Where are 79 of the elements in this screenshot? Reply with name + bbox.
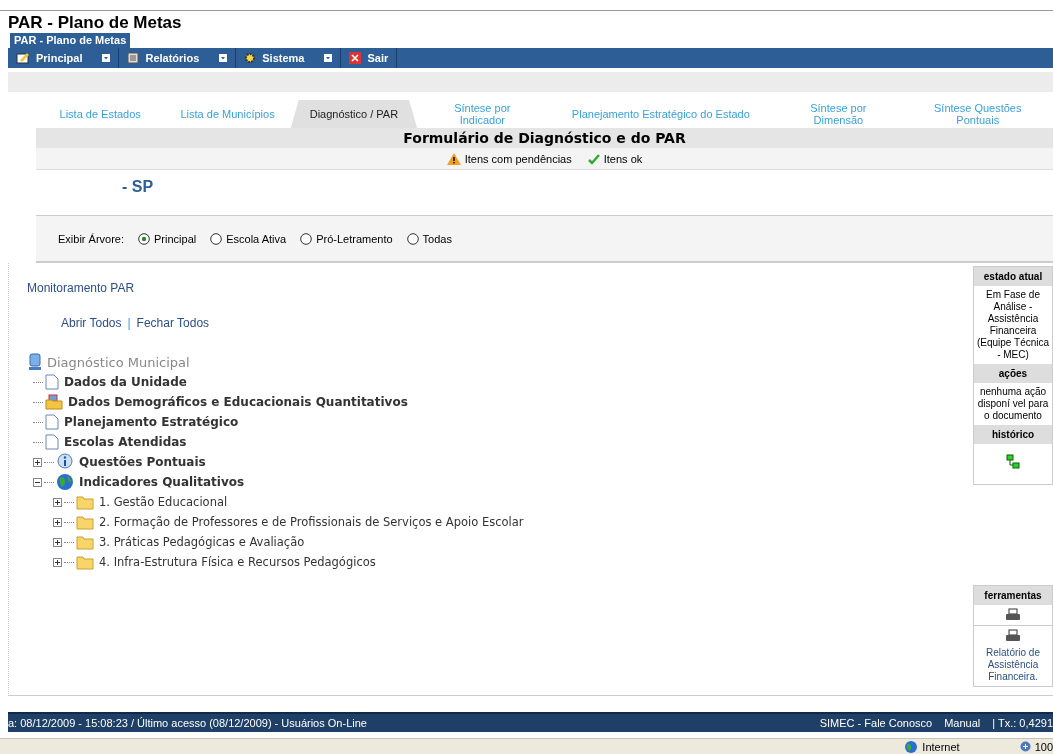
document-icon xyxy=(45,374,59,390)
rate-text: | Tx.: 0,4291 xyxy=(992,717,1053,729)
panel-heading: estado atual xyxy=(974,267,1052,286)
filter-label: Exibir Árvore: xyxy=(58,232,125,245)
radio-button[interactable] xyxy=(406,232,419,245)
location-label: - SP xyxy=(122,178,154,195)
tree-item[interactable]: 2. Formação de Professores e de Profissionais de Serviços e Apoio Escolar xyxy=(99,515,524,529)
session-info: a: 08/12/2009 - 15:08:23 / Último acesso (08/12/2009) - Usuários On-Line xyxy=(8,717,367,729)
tree-item[interactable]: Escolas Atendidas xyxy=(64,435,187,449)
menu-item[interactable]: Relatórios xyxy=(119,48,237,68)
menu-item[interactable]: Principal xyxy=(8,48,120,68)
radio-button[interactable] xyxy=(138,232,151,245)
caret-icon xyxy=(219,54,228,62)
info-icon xyxy=(56,453,74,471)
tree-item[interactable]: 4. Infra-Estrutura Física e Recursos Pedagógicos xyxy=(99,555,376,569)
tree-item[interactable]: Dados da Unidade xyxy=(64,375,187,389)
tree-item[interactable]: Dados Demográficos e Educacionais Quantitativos xyxy=(68,395,408,409)
edit-icon xyxy=(16,52,30,64)
expand-toggle[interactable] xyxy=(53,497,62,507)
collapse-toggle[interactable] xyxy=(33,477,42,487)
warning-icon xyxy=(446,152,461,165)
caret-icon xyxy=(102,54,111,62)
globe-icon xyxy=(56,473,74,491)
globe-icon xyxy=(904,739,919,754)
legend-label: Itens com pendências xyxy=(464,152,572,165)
tree-item[interactable]: Questões Pontuais xyxy=(79,455,206,469)
close-icon xyxy=(349,52,362,64)
menu-item[interactable]: Sair xyxy=(341,48,398,68)
expand-toggle[interactable] xyxy=(53,557,62,567)
app-tab[interactable]: PAR - Plano de Metas xyxy=(10,33,131,48)
computer-icon xyxy=(27,353,43,371)
tree-item[interactable]: Planejamento Estratégico xyxy=(64,415,239,429)
form-title: Formulário de Diagnóstico e do PAR xyxy=(36,128,1053,148)
radio-label: Principal xyxy=(154,232,197,245)
zoom-level[interactable]: 100 xyxy=(1034,740,1053,753)
document-icon xyxy=(127,52,140,64)
caret-icon xyxy=(324,54,333,62)
collapse-all-link[interactable]: Fechar Todos xyxy=(136,316,210,330)
panel-heading: ferramentas xyxy=(974,586,1052,605)
tree-root[interactable]: Diagnóstico Municipal xyxy=(47,354,190,370)
footer-link[interactable]: Manual xyxy=(944,717,981,729)
footer-link[interactable]: SIMEC - Fale Conosco xyxy=(819,717,933,729)
expand-toggle[interactable] xyxy=(53,517,62,527)
zoom-icon xyxy=(1019,741,1031,752)
tree-item[interactable]: Indicadores Qualitativos xyxy=(79,475,245,489)
printer-icon[interactable] xyxy=(1005,608,1021,622)
report-link[interactable]: Relatório de Assistência Financeira. xyxy=(975,647,1051,683)
document-icon xyxy=(45,414,59,430)
flowchart-icon xyxy=(1006,454,1020,470)
tab[interactable]: Diagnóstico / PAR xyxy=(290,100,418,128)
expand-toggle[interactable] xyxy=(33,457,42,467)
printer-icon[interactable] xyxy=(1005,629,1021,643)
monitoring-link[interactable]: Monitoramento PAR xyxy=(27,281,135,295)
radio-label: Todas xyxy=(422,232,452,245)
tree-item[interactable]: 3. Práticas Pedagógicas e Avaliação xyxy=(99,535,305,549)
document-icon xyxy=(45,434,59,450)
gear-icon xyxy=(244,52,257,64)
panel-heading: histórico xyxy=(974,425,1052,444)
tree-item[interactable]: 1. Gestão Educacional xyxy=(99,495,228,509)
folder-icon xyxy=(76,554,94,570)
page-title: PAR - Plano de Metas xyxy=(7,12,183,33)
panel-heading: ações xyxy=(974,364,1052,383)
folder-icon xyxy=(76,514,94,530)
link-separator: | xyxy=(127,316,131,330)
legend-label: Itens ok xyxy=(603,152,643,165)
radio-label: Escola Ativa xyxy=(226,232,287,245)
radio-label: Pró-Letramento xyxy=(316,232,393,245)
radio-button[interactable] xyxy=(210,232,223,245)
folder-icon xyxy=(76,494,94,510)
expand-all-link[interactable]: Abrir Todos xyxy=(61,316,122,330)
expand-toggle[interactable] xyxy=(53,537,62,547)
actions-text: nenhuma ação disponí vel para o documento xyxy=(976,386,1050,422)
check-icon xyxy=(587,152,600,165)
menu-item[interactable]: Sistema xyxy=(236,48,342,68)
radio-button[interactable] xyxy=(300,232,313,245)
zone-label: Internet xyxy=(922,740,960,753)
state-text: Em Fase de Análise - Assistência Financeira (Equipe Técnica - MEC) xyxy=(975,289,1051,361)
folder-icon xyxy=(76,534,94,550)
folder-icon xyxy=(45,394,63,410)
